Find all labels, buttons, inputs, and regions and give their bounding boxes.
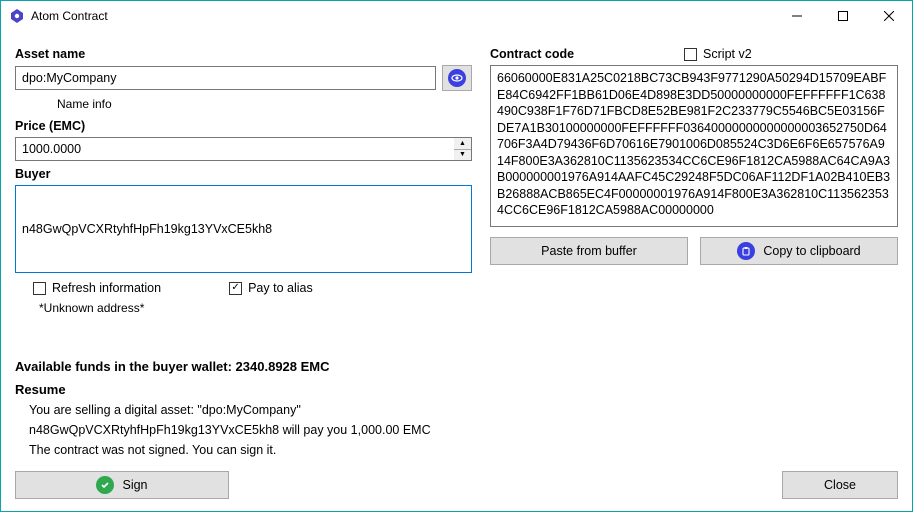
spinner-up-icon[interactable]: ▲ xyxy=(454,138,471,150)
paste-button-label: Paste from buffer xyxy=(541,244,637,258)
name-info-text: Name info xyxy=(57,97,472,111)
asset-name-input[interactable] xyxy=(15,66,436,90)
resume-line-2: n48GwQpVCXRtyhfHpFh19kg13YVxCE5kh8 will … xyxy=(29,423,472,437)
sign-button[interactable]: Sign xyxy=(15,471,229,499)
unknown-address-text: *Unknown address* xyxy=(39,301,472,315)
resume-heading: Resume xyxy=(15,382,472,397)
copy-button-label: Copy to clipboard xyxy=(763,244,860,258)
pay-alias-label: Pay to alias xyxy=(248,281,313,295)
script-v2-label: Script v2 xyxy=(703,47,752,61)
close-button-label: Close xyxy=(824,478,856,492)
content: Asset name Name info Price (EMC) ▲ ▼ Buy… xyxy=(1,31,912,511)
resume-line-3: The contract was not signed. You can sig… xyxy=(29,443,472,457)
right-column: Contract code Script v2 66060000E831A25C… xyxy=(490,41,898,499)
price-spinner[interactable]: ▲ ▼ xyxy=(454,137,472,161)
price-input[interactable] xyxy=(15,137,454,161)
price-label: Price (EMC) xyxy=(15,119,472,133)
window: Atom Contract Asset name Name info Price… xyxy=(0,0,913,512)
app-icon xyxy=(9,8,25,24)
left-column: Asset name Name info Price (EMC) ▲ ▼ Buy… xyxy=(15,41,472,499)
buyer-input[interactable] xyxy=(15,185,472,273)
close-window-button[interactable] xyxy=(866,1,912,31)
available-funds: Available funds in the buyer wallet: 234… xyxy=(15,359,472,374)
refresh-label: Refresh information xyxy=(52,281,161,295)
view-asset-button[interactable] xyxy=(442,65,472,91)
paste-button[interactable]: Paste from buffer xyxy=(490,237,688,265)
contract-code-box[interactable]: 66060000E831A25C0218BC73CB943F9771290A50… xyxy=(490,65,898,227)
copy-button[interactable]: Copy to clipboard xyxy=(700,237,898,265)
maximize-button[interactable] xyxy=(820,1,866,31)
pay-alias-checkbox[interactable]: ✓ xyxy=(229,282,242,295)
asset-name-label: Asset name xyxy=(15,47,472,61)
script-v2-checkbox[interactable] xyxy=(684,48,697,61)
refresh-checkbox[interactable] xyxy=(33,282,46,295)
clipboard-icon xyxy=(737,242,755,260)
window-title: Atom Contract xyxy=(31,9,108,23)
resume-line-1: You are selling a digital asset: "dpo:My… xyxy=(29,403,472,417)
titlebar: Atom Contract xyxy=(1,1,912,31)
eye-icon xyxy=(448,69,466,87)
buyer-label: Buyer xyxy=(15,167,472,181)
close-button[interactable]: Close xyxy=(782,471,898,499)
sign-button-label: Sign xyxy=(122,478,147,492)
spinner-down-icon[interactable]: ▼ xyxy=(454,150,471,161)
minimize-button[interactable] xyxy=(774,1,820,31)
check-icon xyxy=(96,476,114,494)
contract-code-label: Contract code xyxy=(490,47,574,61)
